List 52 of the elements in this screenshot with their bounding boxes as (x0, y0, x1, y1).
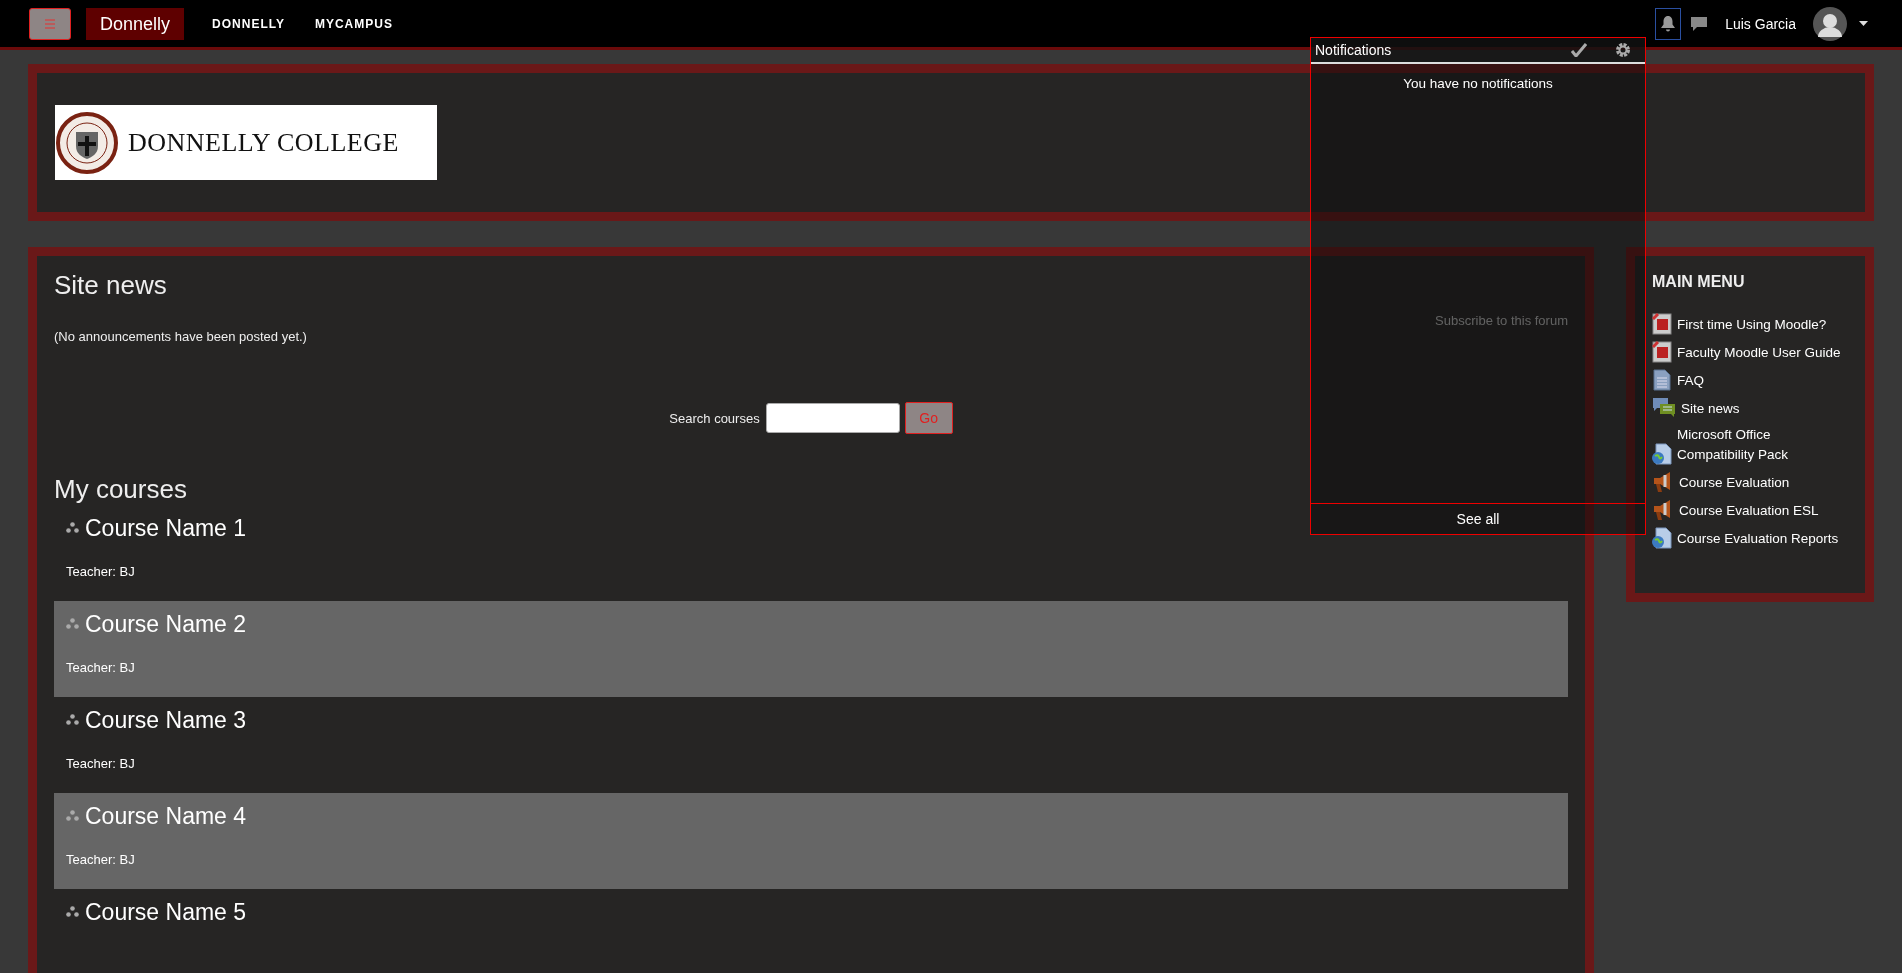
course-icon (66, 906, 79, 919)
logo-text: DONNELLY COLLEGE (128, 127, 399, 158)
menu-icon (45, 18, 55, 29)
section-title: Site news (54, 270, 168, 301)
see-all-link[interactable]: See all (1311, 503, 1645, 534)
speech-bubbles-icon (1652, 397, 1676, 419)
news-message: (No announcements have been posted yet.) (54, 329, 307, 344)
teacher-text: Teacher: BJ (66, 660, 136, 675)
search-label: Search courses (669, 410, 760, 426)
menu-link[interactable]: Site news (1681, 399, 1740, 419)
course-link[interactable]: Course Name 1 (85, 515, 247, 542)
checkmark-icon[interactable] (1571, 43, 1587, 57)
pdf-icon (1652, 341, 1672, 363)
popover-title: Notifications (1315, 42, 1393, 58)
course-link[interactable]: Course Name 4 (85, 803, 247, 830)
menu-link[interactable]: Microsoft Office Compatibility Pack (1677, 425, 1848, 465)
settings-icon[interactable] (1615, 42, 1631, 58)
globe-document-icon (1652, 527, 1672, 549)
teacher-text: Teacher: BJ (66, 756, 136, 771)
menu-link[interactable]: First time Using Moodle? (1677, 315, 1827, 335)
menu-link[interactable]: Course Evaluation Reports (1677, 529, 1839, 549)
nav-link[interactable]: DONNELLY (212, 16, 285, 31)
menu-link[interactable]: Course Evaluation (1679, 473, 1790, 493)
section-title: My courses (54, 474, 188, 505)
course-icon (66, 522, 79, 535)
course-icon (66, 714, 79, 727)
course-icon (66, 810, 79, 823)
course-link[interactable]: Course Name 2 (85, 611, 247, 638)
user-name[interactable]: Luis Garcia (1725, 15, 1796, 32)
avatar-icon[interactable] (1813, 6, 1847, 41)
globe-document-icon (1652, 443, 1672, 465)
course-icon (66, 618, 79, 631)
seal-icon (56, 111, 118, 174)
brand-link[interactable]: Donnelly (86, 7, 185, 40)
notifications-button[interactable] (1655, 7, 1682, 40)
document-icon (1652, 369, 1672, 391)
course-link[interactable]: Course Name 3 (85, 707, 247, 734)
teacher-text: Teacher: BJ (66, 852, 136, 867)
nav-link[interactable]: MYCAMPUS (314, 16, 393, 31)
bell-icon (1660, 14, 1677, 33)
pdf-icon (1652, 313, 1672, 335)
course-link[interactable]: Course Name 5 (85, 899, 247, 926)
menu-link[interactable]: FAQ (1677, 371, 1704, 391)
menu-button[interactable] (29, 7, 71, 40)
chat-icon[interactable] (1691, 16, 1708, 31)
empty-message: You have no notifications (1402, 76, 1554, 91)
block-title: MAIN MENU (1652, 273, 1746, 291)
teacher-text: Teacher: BJ (66, 564, 136, 579)
caret-icon[interactable] (1859, 21, 1868, 26)
menu-link[interactable]: Faculty Moodle User Guide (1677, 343, 1841, 363)
search-field[interactable] (765, 403, 900, 433)
menu-link[interactable]: Course Evaluation ESL (1679, 501, 1819, 521)
